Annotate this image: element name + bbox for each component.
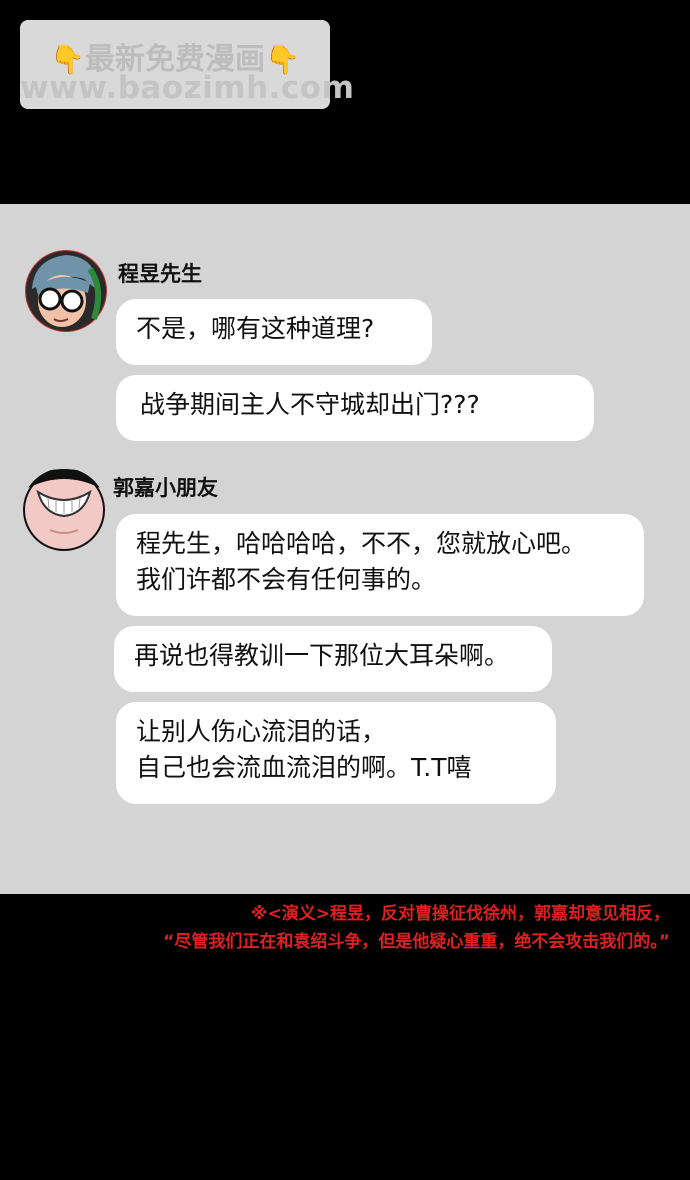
watermark-banner: 👇最新免费漫画👇 www.baozimh.com (20, 20, 355, 109)
message-text: 我们许都不会有任何事的。 (136, 565, 437, 594)
message-text: 战争期间主人不守城却出门??? (140, 390, 480, 419)
avatar-cheng-yu (24, 249, 108, 333)
message-text: 不是，哪有这种道理? (136, 314, 375, 343)
message-bubble: 程先生，哈哈哈哈，不不，您就放心吧。 我们许都不会有任何事的。 (116, 514, 644, 616)
watermark-url: www.baozimh.com (20, 70, 355, 106)
footnote-line: “尽管我们正在和袁绍斗争，但是他疑心重重，绝不会攻击我们的。” (163, 932, 670, 952)
message-bubble: 让别人伤心流泪的话， 自己也会流血流泪的啊。T.T嘻 (116, 702, 556, 804)
footnote: ※<演义>程昱，反对曹操征伐徐州，郭嘉却意见相反， “尽管我们正在和袁绍斗争，但… (163, 900, 670, 956)
avatar-guo-jia (22, 468, 106, 552)
footnote-line: ※<演义>程昱，反对曹操征伐徐州，郭嘉却意见相反， (250, 904, 670, 924)
message-text: 程先生，哈哈哈哈，不不，您就放心吧。 (136, 529, 587, 558)
message-text: 让别人伤心流泪的话， (136, 717, 387, 746)
message-text: 再说也得教训一下那位大耳朵啊。 (134, 641, 510, 670)
message-bubble: 不是，哪有这种道理? (116, 299, 432, 365)
chat-panel: 程昱先生 不是，哪有这种道理? 战争期间主人不守城却出门??? 郭嘉小朋友 程先… (0, 204, 690, 894)
speaker-name-cheng-yu: 程昱先生 (118, 262, 202, 286)
speaker-name-guo-jia: 郭嘉小朋友 (113, 476, 218, 500)
message-bubble: 战争期间主人不守城却出门??? (116, 375, 594, 441)
message-bubble: 再说也得教训一下那位大耳朵啊。 (114, 626, 552, 692)
message-text: 自己也会流血流泪的啊。T.T嘻 (136, 753, 472, 782)
